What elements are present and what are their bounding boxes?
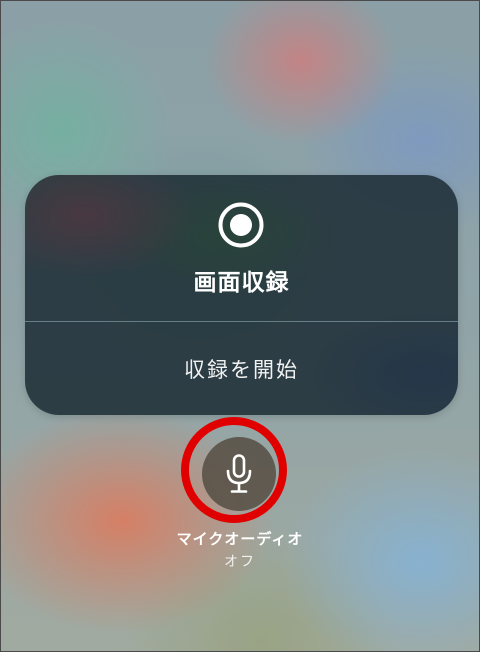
microphone-icon: [226, 454, 252, 493]
microphone-status: オフ: [224, 554, 256, 570]
control-center-screen: 画面収録 収録を開始 マイクオーディオ オフ: [0, 0, 480, 652]
microphone-toggle-button[interactable]: [202, 437, 276, 511]
screen-recording-panel: 画面収録 収録を開始: [25, 175, 458, 415]
panel-title: 画面収録: [193, 270, 290, 296]
record-icon: [218, 202, 264, 248]
microphone-label: マイクオーディオ: [176, 530, 304, 548]
start-recording-label: 収録を開始: [184, 357, 299, 382]
start-recording-button[interactable]: 収録を開始: [25, 322, 458, 415]
